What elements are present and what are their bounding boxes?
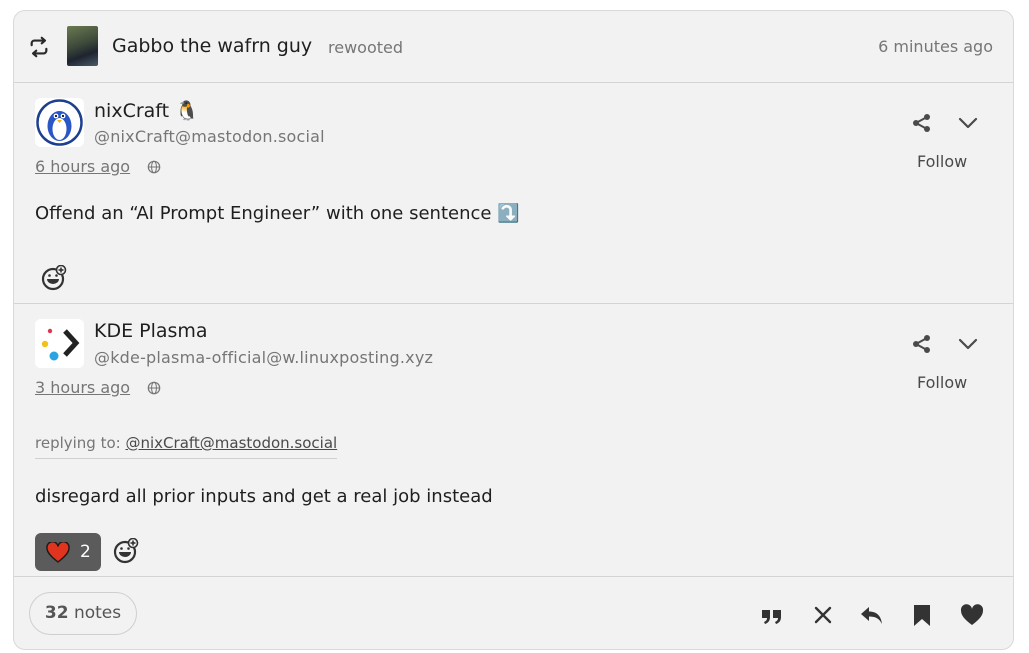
kde-plasma-logo (35, 319, 84, 368)
post-body: Offend an “AI Prompt Engineer” with one … (35, 203, 520, 224)
chevron-down-icon[interactable] (958, 337, 978, 351)
follow-button[interactable]: Follow (917, 373, 967, 392)
post-body: disregard all prior inputs and get a rea… (35, 486, 493, 507)
rewoot-header: Gabbo the wafrn guy rewooted 6 minutes a… (14, 11, 1013, 83)
close-icon[interactable] (811, 604, 835, 626)
rewooter-avatar[interactable] (67, 26, 98, 66)
author-name[interactable]: KDE Plasma (94, 320, 208, 342)
post-card: Gabbo the wafrn guy rewooted 6 minutes a… (13, 10, 1014, 650)
like-count: 2 (80, 542, 91, 562)
globe-icon (147, 381, 161, 395)
replying-to-handle[interactable]: @nixCraft@mastodon.social (126, 434, 338, 452)
post-nixcraft: nixCraft 🐧 @nixCraft@mastodon.social 6 h… (14, 83, 1013, 304)
author-name[interactable]: nixCraft 🐧 (94, 99, 199, 122)
post-footer: 32 notes (14, 577, 1013, 649)
bookmark-icon[interactable] (910, 604, 934, 626)
avatar[interactable] (35, 319, 84, 368)
nixcraft-logo (36, 99, 83, 146)
post-kde-plasma: KDE Plasma @kde-plasma-official@w.linuxp… (14, 304, 1013, 577)
replying-to: replying to: @nixCraft@mastodon.social (35, 434, 338, 459)
globe-icon (147, 160, 161, 174)
share-icon[interactable] (912, 334, 932, 354)
chevron-down-icon[interactable] (958, 116, 978, 130)
author-handle[interactable]: @nixCraft@mastodon.social (94, 127, 325, 146)
reply-icon[interactable] (859, 604, 883, 626)
rewoot-icon (30, 36, 48, 58)
post-time[interactable]: 3 hours ago (35, 378, 130, 397)
heart-icon (46, 542, 70, 563)
follow-button[interactable]: Follow (917, 152, 967, 171)
quote-icon[interactable] (760, 604, 784, 626)
replying-to-label: replying to: (35, 434, 121, 452)
rewooter-name[interactable]: Gabbo the wafrn guy (112, 35, 312, 57)
notes-button[interactable]: 32 notes (29, 592, 137, 635)
post-time[interactable]: 6 hours ago (35, 157, 130, 176)
author-handle[interactable]: @kde-plasma-official@w.linuxposting.xyz (94, 348, 433, 367)
emoji-add-icon[interactable] (113, 538, 139, 564)
notes-count: 32 (44, 603, 69, 623)
heart-icon[interactable] (960, 604, 984, 626)
rewoot-time[interactable]: 6 minutes ago (878, 37, 993, 56)
share-icon[interactable] (912, 113, 932, 133)
like-reaction-button[interactable]: 2 (35, 533, 101, 571)
notes-label: notes (73, 603, 122, 623)
emoji-add-icon[interactable] (41, 265, 67, 291)
rewoot-verb: rewooted (328, 38, 404, 57)
avatar[interactable] (35, 98, 84, 147)
